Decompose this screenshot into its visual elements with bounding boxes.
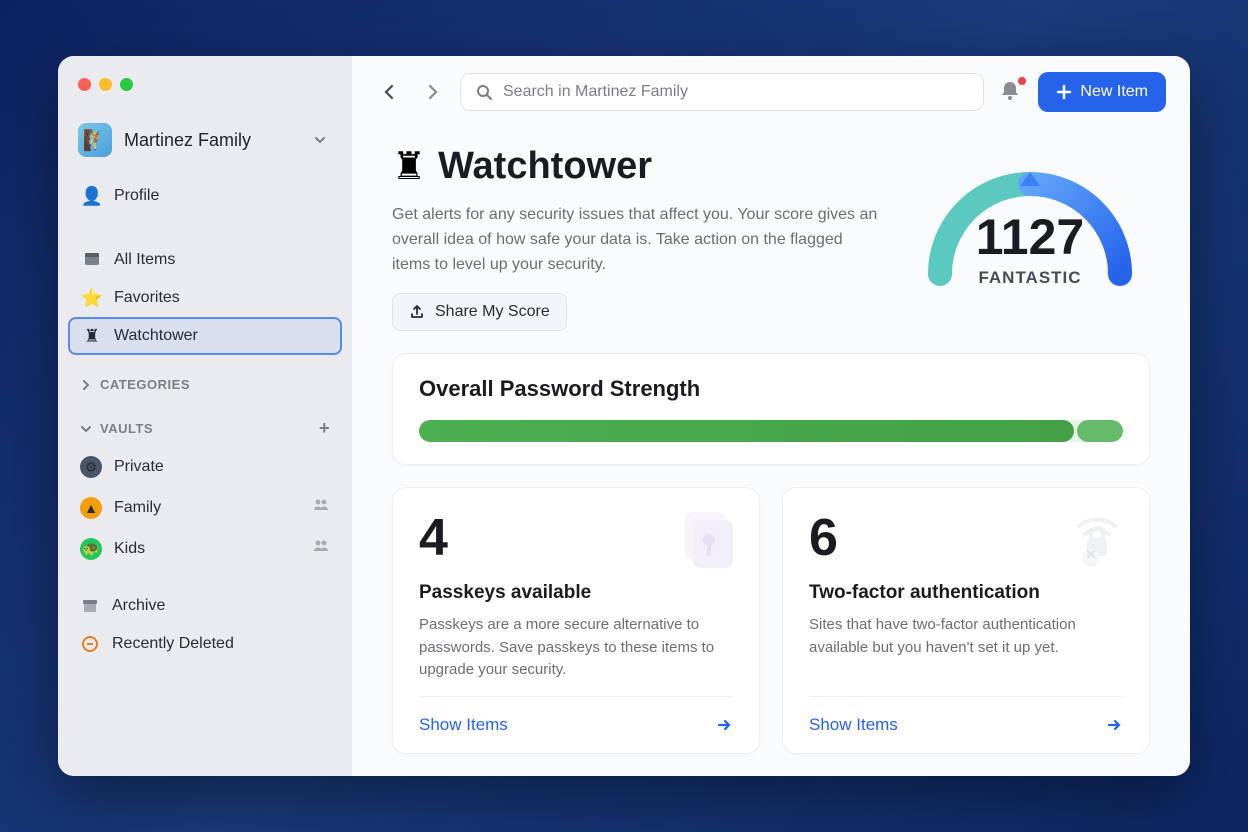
vault-item-family[interactable]: ▲ Family bbox=[58, 487, 352, 528]
sidebar-item-profile[interactable]: 👤 Profile bbox=[68, 177, 342, 215]
sidebar-item-favorites[interactable]: ⭐ Favorites bbox=[68, 279, 342, 317]
vault-icon: 🐢 bbox=[80, 538, 102, 560]
search-icon bbox=[475, 83, 493, 101]
notifications-button[interactable] bbox=[998, 79, 1024, 105]
sidebar-item-archive[interactable]: Archive bbox=[58, 587, 352, 625]
shared-icon bbox=[312, 537, 330, 560]
toolbar: New Item bbox=[352, 56, 1190, 126]
shared-icon bbox=[312, 496, 330, 519]
app-window: 🧗 Martinez Family 👤 Profile All Items ⭐ … bbox=[58, 56, 1190, 776]
score-gauge: 1127 FANTASTIC bbox=[910, 144, 1150, 294]
section-header-label: VAULTS bbox=[100, 421, 153, 436]
show-items-link[interactable]: Show Items bbox=[809, 715, 898, 735]
tile-footer[interactable]: Show Items bbox=[419, 696, 733, 753]
strength-bar bbox=[419, 420, 1123, 442]
strength-title: Overall Password Strength bbox=[419, 376, 1123, 402]
sidebar-item-recently-deleted[interactable]: Recently Deleted bbox=[58, 625, 352, 663]
watchtower-score-label: FANTASTIC bbox=[910, 268, 1150, 288]
search-box[interactable] bbox=[460, 73, 984, 111]
sidebar-item-label: All Items bbox=[114, 251, 175, 269]
profile-icon: 👤 bbox=[82, 186, 102, 206]
sidebar-item-watchtower[interactable]: ♜ Watchtower bbox=[68, 317, 342, 355]
page-description: Get alerts for any security issues that … bbox=[392, 203, 880, 277]
main-content: New Item ♜ Watchtower Get alerts for any… bbox=[352, 56, 1190, 776]
chevron-right-icon bbox=[80, 379, 92, 391]
window-controls bbox=[58, 76, 352, 115]
account-name: Martinez Family bbox=[124, 130, 300, 151]
strength-bar-segment-strong bbox=[419, 420, 1074, 442]
share-icon bbox=[409, 304, 425, 320]
tile-description: Passkeys are a more secure alternative t… bbox=[419, 614, 733, 682]
account-switcher[interactable]: 🧗 Martinez Family bbox=[58, 115, 352, 173]
watchtower-score: 1127 bbox=[910, 208, 1150, 266]
add-vault-button[interactable]: + bbox=[319, 418, 330, 439]
password-strength-card: Overall Password Strength bbox=[392, 353, 1150, 465]
sidebar-item-label: Profile bbox=[114, 187, 159, 205]
strength-bar-segment-other bbox=[1077, 420, 1123, 442]
close-window-button[interactable] bbox=[78, 78, 91, 91]
sidebar: 🧗 Martinez Family 👤 Profile All Items ⭐ … bbox=[58, 56, 352, 776]
lock-wifi-icon bbox=[1061, 502, 1133, 574]
vault-item-kids[interactable]: 🐢 Kids bbox=[58, 528, 352, 569]
tile-passkeys: 4 Passkeys available Passkeys are a more… bbox=[392, 487, 760, 754]
back-button[interactable] bbox=[376, 78, 404, 106]
tile-description: Sites that have two-factor authenticatio… bbox=[809, 614, 1123, 682]
tile-title: Passkeys available bbox=[419, 582, 733, 604]
passkey-icon bbox=[671, 502, 743, 574]
new-item-label: New Item bbox=[1080, 83, 1148, 101]
sidebar-item-label: Favorites bbox=[114, 289, 180, 307]
chevron-down-icon bbox=[80, 423, 92, 435]
vault-label: Family bbox=[114, 499, 161, 517]
share-score-button[interactable]: Share My Score bbox=[392, 293, 567, 331]
arrow-right-icon bbox=[715, 716, 733, 734]
tile-title: Two-factor authentication bbox=[809, 582, 1123, 604]
archive-icon bbox=[80, 596, 100, 616]
show-items-link[interactable]: Show Items bbox=[419, 715, 508, 735]
vault-item-private[interactable]: ⚙ Private bbox=[58, 447, 352, 487]
arrow-right-icon bbox=[1105, 716, 1123, 734]
new-item-button[interactable]: New Item bbox=[1038, 72, 1166, 112]
sidebar-item-label: Watchtower bbox=[114, 327, 198, 345]
maximize-window-button[interactable] bbox=[120, 78, 133, 91]
notification-badge bbox=[1018, 77, 1026, 85]
vault-icon: ⚙ bbox=[80, 456, 102, 478]
page-title: Watchtower bbox=[438, 145, 652, 188]
plus-icon bbox=[1056, 84, 1072, 100]
categories-header[interactable]: CATEGORIES bbox=[58, 359, 352, 400]
vaults-header[interactable]: VAULTS + bbox=[58, 400, 352, 447]
section-header-label: CATEGORIES bbox=[100, 377, 190, 392]
minimize-window-button[interactable] bbox=[99, 78, 112, 91]
all-items-icon bbox=[82, 250, 102, 270]
sidebar-item-label: Archive bbox=[112, 597, 165, 615]
account-avatar: 🧗 bbox=[78, 123, 112, 157]
search-input[interactable] bbox=[503, 83, 969, 101]
forward-button[interactable] bbox=[418, 78, 446, 106]
vault-label: Private bbox=[114, 458, 164, 476]
tile-footer[interactable]: Show Items bbox=[809, 696, 1123, 753]
trash-icon bbox=[80, 634, 100, 654]
vault-icon: ▲ bbox=[80, 497, 102, 519]
tile-two-factor: 6 Two-factor authentication Sites that h… bbox=[782, 487, 1150, 754]
sidebar-item-label: Recently Deleted bbox=[112, 635, 234, 653]
page-content: ♜ Watchtower Get alerts for any security… bbox=[352, 126, 1190, 776]
chevron-down-icon bbox=[312, 132, 328, 148]
star-icon: ⭐ bbox=[82, 288, 102, 308]
watchtower-title-icon: ♜ bbox=[392, 144, 426, 189]
sidebar-item-all-items[interactable]: All Items bbox=[68, 241, 342, 279]
watchtower-icon: ♜ bbox=[82, 326, 102, 346]
share-score-label: Share My Score bbox=[435, 303, 550, 321]
vault-label: Kids bbox=[114, 540, 145, 558]
